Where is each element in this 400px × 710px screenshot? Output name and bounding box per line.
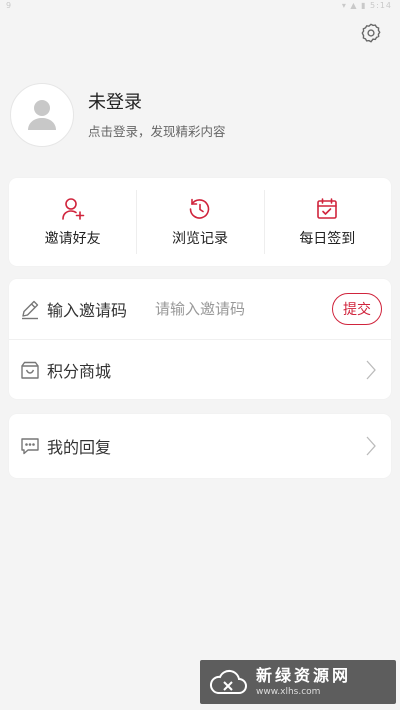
- invite-code-label: 输入邀请码: [47, 301, 128, 320]
- chevron-right-icon: [366, 360, 376, 380]
- invite-code-input[interactable]: [153, 299, 308, 319]
- gear-icon: [361, 23, 381, 43]
- menu-card-1: 输入邀请码 提交 积分商城: [9, 279, 391, 399]
- status-left-text: 9: [6, 1, 12, 10]
- my-replies-label: 我的回复: [47, 438, 112, 457]
- gift-bag-icon: [21, 361, 39, 379]
- profile-login-area[interactable]: 未登录 点击登录，发现精彩内容: [10, 82, 390, 148]
- status-right-text: ▾ ▲ ▮ 5:14: [341, 1, 392, 10]
- person-add-icon: [61, 198, 84, 220]
- menu-card-2: 我的回复: [9, 414, 391, 478]
- default-avatar-icon: [28, 100, 56, 130]
- watermark-title: 新绿资源网: [256, 666, 352, 685]
- calendar-check-icon: [317, 198, 338, 219]
- avatar: [10, 83, 74, 147]
- invite-friends-button[interactable]: 邀请好友: [9, 178, 136, 266]
- profile-subtitle: 点击登录，发现精彩内容: [88, 123, 226, 139]
- watermark-url: www.xlhs.com: [256, 687, 321, 697]
- daily-checkin-label: 每日签到: [299, 231, 356, 247]
- daily-checkin-button[interactable]: 每日签到: [263, 178, 391, 266]
- points-mall-label: 积分商城: [47, 362, 112, 381]
- quick-actions-card: 邀请好友 浏览记录 每日签到: [9, 178, 391, 266]
- pencil-icon: [22, 300, 39, 320]
- profile-name: 未登录: [88, 91, 142, 113]
- settings-button[interactable]: [358, 20, 384, 46]
- browse-history-label: 浏览记录: [171, 231, 228, 247]
- points-mall-row[interactable]: 积分商城: [9, 339, 391, 400]
- watermark: 新绿资源网 www.xlhs.com: [200, 660, 396, 704]
- cloud-logo-icon: [209, 669, 247, 694]
- invite-friends-label: 邀请好友: [44, 231, 101, 247]
- history-clock-icon: [189, 198, 210, 219]
- status-bar: 9 ▾ ▲ ▮ 5:14: [0, 0, 400, 14]
- my-replies-row[interactable]: 我的回复: [9, 414, 391, 478]
- invite-code-row: 输入邀请码 提交: [9, 279, 391, 339]
- chat-bubble-icon: [21, 438, 39, 455]
- chevron-right-icon: [366, 436, 376, 456]
- submit-button[interactable]: 提交: [332, 293, 382, 325]
- browse-history-button[interactable]: 浏览记录: [136, 178, 263, 266]
